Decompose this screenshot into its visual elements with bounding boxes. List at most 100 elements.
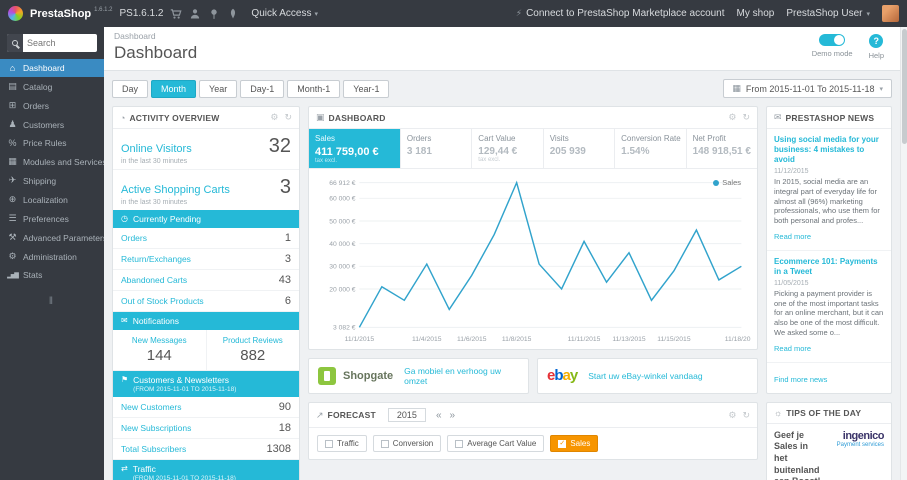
sidebar-item-stats[interactable]: ▂▅▇ Stats [0,266,104,284]
sales-line-chart[interactable]: 66 912 € 60 000 € 50 000 € 40 000 € 30 000 €… [315,173,751,347]
active-carts-stat[interactable]: Active Shopping Carts 3 in the last 30 mi… [113,169,299,210]
notifications-header: ✉ Notifications [113,312,299,330]
total-subscribers-row[interactable]: Total Subscribers 1308 [113,439,299,460]
kpi-sales[interactable]: Sales 411 759,00 € tax excl. [309,129,401,168]
svg-text:60 000 €: 60 000 € [329,196,356,203]
sidebar-item-orders[interactable]: ⊞ Orders [0,96,104,115]
my-shop-link[interactable]: My shop [737,8,775,19]
kpi-visits[interactable]: Visits 205 939 [544,129,616,168]
scrollbar-thumb[interactable] [902,29,907,144]
panel-settings-icon[interactable]: ⚙ [728,112,736,123]
page-title: Dashboard [114,43,198,62]
out-of-stock-row[interactable]: Out of Stock Products 6 [113,291,299,312]
news-article-date: 11/05/2015 [774,279,809,287]
svg-text:11/8/2015: 11/8/2015 [502,336,532,343]
search-input[interactable] [23,38,97,48]
cart-notifications-icon[interactable] [170,8,182,20]
toggle-knob [834,35,845,45]
date-range-button[interactable]: ▦ From 2015-11-01 To 2015-11-18 ▾ [723,79,892,98]
shopgate-cta-link[interactable]: Ga mobiel en verhoog uw omzet [404,366,519,386]
panel-refresh-icon[interactable]: ↻ [284,112,292,123]
range-month-button[interactable]: Month [151,79,197,98]
sidebar-item-shipping[interactable]: ✈ Shipping [0,171,104,190]
news-article-link[interactable]: Ecommerce 101: Payments in a Tweet [774,257,884,277]
sidebar-item-localization[interactable]: ⊕ Localization [0,190,104,209]
sidebar-collapse-button[interactable]: ‖ [0,296,104,307]
sidebar-item-preferences[interactable]: ☰ Preferences [0,209,104,228]
sidebar-item-dashboard[interactable]: ⌂ Dashboard [0,59,104,77]
abandoned-carts-row[interactable]: Abandoned Carts 43 [113,270,299,291]
sidebar-item-label: Price Rules [23,138,67,148]
main-area: Dashboard Dashboard Demo mode ? Help Day [104,27,900,480]
pending-orders-row[interactable]: Orders 1 [113,228,299,249]
search-button[interactable] [7,34,23,52]
range-day-1-button[interactable]: Day-1 [240,79,285,98]
chart-legend: Sales [713,178,741,187]
customers-newsletters-header: ⚑ Customers & Newsletters (FROM 2015-11-01… [113,371,299,397]
pending-returns-row[interactable]: Return/Exchanges 3 [113,249,299,270]
forecast-year-select[interactable]: 2015 [387,408,426,422]
forecast-metric-sales[interactable]: ✓ Sales [550,435,599,452]
read-more-link[interactable]: Read more [774,232,811,241]
quick-access-menu[interactable]: Quick Access ▾ [251,8,318,19]
ingenico-logo-text: ingenico [842,429,885,442]
shop-name-link[interactable]: PS1.6.1.2 [120,8,164,19]
ebay-cta-link[interactable]: Start uw eBay-winkel vandaag [588,371,702,381]
pin-icon[interactable] [208,8,220,20]
product-reviews-stat[interactable]: Product Reviews 882 [205,330,300,370]
avatar[interactable] [882,5,899,22]
sidebar-item-customers[interactable]: ♟ Customers [0,115,104,134]
forecast-next-button[interactable]: » [448,410,458,421]
sidebar-item-price-rules[interactable]: % Price Rules [0,134,104,152]
svg-text:20 000 €: 20 000 € [329,286,356,293]
puzzle-icon: ▦ [8,156,17,166]
range-month-1-button[interactable]: Month-1 [287,79,341,98]
rocket-icon[interactable] [227,8,239,20]
panel-settings-icon[interactable]: ⚙ [728,410,736,421]
find-more-news-link[interactable]: Find more news [774,375,827,384]
envelope-icon: ✉ [121,316,128,325]
new-subscriptions-row[interactable]: New Subscriptions 18 [113,418,299,439]
range-year-button[interactable]: Year [199,79,238,98]
read-more-link[interactable]: Read more [774,344,811,353]
marketplace-link[interactable]: ⚡ Connect to PrestaShop Marketplace accou… [516,8,725,19]
kpi-orders[interactable]: Orders 3 181 [401,129,473,168]
vertical-scrollbar[interactable] [900,27,907,480]
demo-mode-toggle[interactable] [819,34,846,46]
sidebar-item-advanced-parameters[interactable]: ⚒ Advanced Parameters [0,228,104,247]
activity-overview-panel: ◔ ACTIVITY OVERVIEW ⚙ ↻ Online Visitors 32… [112,106,300,480]
forecast-metric-conversion[interactable]: Conversion [372,435,442,452]
sidebar-item-catalog[interactable]: ▤ Catalog [0,77,104,96]
user-menu[interactable]: PrestaShop User ▾ [786,8,870,19]
new-customers-row[interactable]: New Customers 90 [113,397,299,418]
prestashop-logo-text[interactable]: PrestaShop [30,8,91,20]
panel-refresh-icon[interactable]: ↻ [742,112,750,123]
svg-text:30 000 €: 30 000 € [329,264,356,271]
kpi-net-profit[interactable]: Net Profit 148 918,51 € [687,129,757,168]
search-icon [12,40,18,46]
customers-notifications-icon[interactable] [189,8,201,20]
panel-settings-icon[interactable]: ⚙ [270,112,278,123]
panel-refresh-icon[interactable]: ↻ [742,410,750,421]
forecast-metric-average-cart-value[interactable]: Average Cart Value [447,435,545,452]
forecast-prev-button[interactable]: « [434,410,444,421]
metric-label: Average Cart Value [467,439,537,448]
sidebar-item-administration[interactable]: ⚙ Administration [0,247,104,266]
kpi-conversion-rate[interactable]: Conversion Rate 1.54% [615,129,687,168]
breadcrumb[interactable]: Dashboard [114,31,197,41]
ingenico-logo[interactable]: ingenico Payment services [828,429,885,448]
news-article-link[interactable]: Using social media for your business: 4 … [774,135,884,165]
home-icon: ⌂ [9,63,16,73]
help-icon[interactable]: ? [869,34,884,48]
online-visitors-stat[interactable]: Online Visitors 32 in the last 30 minutes [113,129,299,169]
forecast-metric-traffic[interactable]: Traffic [317,435,367,452]
sidebar-search[interactable] [7,34,97,52]
dashboard-content: Day Month Year Day-1 Month-1 Year-1 ▦ Fr… [104,71,900,480]
sidebar-item-modules[interactable]: ▦ Modules and Services [0,152,104,171]
range-day-button[interactable]: Day [112,79,149,98]
range-year-1-button[interactable]: Year-1 [343,79,390,98]
traffic-icon: ⇄ [121,464,128,473]
new-messages-stat[interactable]: New Messages 144 [113,330,206,370]
dashboard-panel: ▣ DASHBOARD ⚙ ↻ Sales 411 759,00 € tax excl… [308,106,758,350]
kpi-cart-value[interactable]: Cart Value 129,44 € tax excl. [472,129,544,168]
